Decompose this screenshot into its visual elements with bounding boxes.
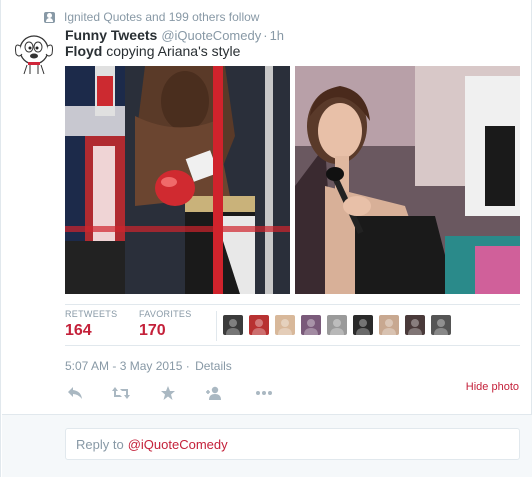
favoriter-avatar[interactable]	[405, 315, 425, 335]
tweet-text: Floyd copying Ariana's style	[65, 43, 240, 59]
timestamp-dot: ·	[185, 359, 190, 373]
favoriter-avatar[interactable]	[301, 315, 321, 335]
favoriter-avatar[interactable]	[379, 315, 399, 335]
tweet-card: Ignited Quotes and 199 others follow Fun…	[0, 0, 532, 477]
favoriter-avatar[interactable]	[249, 315, 269, 335]
retweets-label: RETWEETS	[65, 309, 118, 319]
favorites-stat[interactable]: FAVORITES 170	[139, 309, 192, 340]
tweet-header: Funny Tweets @iQuoteComedy · 1h	[65, 27, 284, 43]
favorites-label: FAVORITES	[139, 309, 192, 319]
reply-prefix: Reply to	[76, 436, 124, 452]
hide-photo-link[interactable]: Hide photo	[466, 381, 519, 393]
favoriter-avatar[interactable]	[275, 315, 295, 335]
fullname-link[interactable]: Funny Tweets	[65, 27, 157, 43]
favoriter-avatar[interactable]	[327, 315, 347, 335]
follow-icon	[44, 11, 55, 23]
separator-dot: ·	[263, 28, 268, 43]
social-context-text: Ignited Quotes and 199 others follow	[64, 10, 260, 24]
favoriter-avatars	[223, 315, 457, 335]
retweet-icon[interactable]	[111, 383, 131, 403]
stats-divider	[216, 311, 217, 341]
tweet-actions	[65, 383, 520, 403]
favorites-count: 170	[139, 322, 166, 339]
reply-mention: @iQuoteComedy	[127, 436, 228, 452]
details-link[interactable]: Details	[195, 359, 232, 373]
tweet-text-rest: copying Ariana's style	[102, 43, 241, 59]
tweet-text-bold: Floyd	[65, 43, 103, 59]
timestamp-text[interactable]: 5:07 AM - 3 May 2015	[65, 359, 182, 373]
username-link[interactable]: @iQuoteComedy	[161, 28, 261, 43]
tweet-time-link[interactable]: 1h	[270, 28, 284, 43]
tweet-stats: RETWEETS 164 FAVORITES 170	[65, 304, 520, 346]
retweets-stat[interactable]: RETWEETS 164	[65, 309, 117, 340]
favoriter-avatar[interactable]	[353, 315, 373, 335]
more-icon[interactable]	[254, 383, 274, 403]
favorite-icon[interactable]	[158, 383, 178, 403]
avatar[interactable]	[10, 28, 58, 76]
reply-input[interactable]: Reply to @iQuoteComedy	[65, 428, 520, 460]
follow-icon[interactable]	[204, 383, 224, 403]
boxer-photo[interactable]	[65, 66, 290, 294]
singer-photo[interactable]	[295, 66, 520, 294]
retweets-count: 164	[65, 322, 92, 339]
favoriter-avatar[interactable]	[223, 315, 243, 335]
social-context: Ignited Quotes and 199 others follow	[44, 10, 259, 24]
favoriter-avatar[interactable]	[431, 315, 451, 335]
tweet-timestamp: 5:07 AM - 3 May 2015 · Details	[65, 359, 232, 373]
reply-icon[interactable]	[65, 383, 85, 403]
reply-area: Reply to @iQuoteComedy	[2, 414, 532, 477]
